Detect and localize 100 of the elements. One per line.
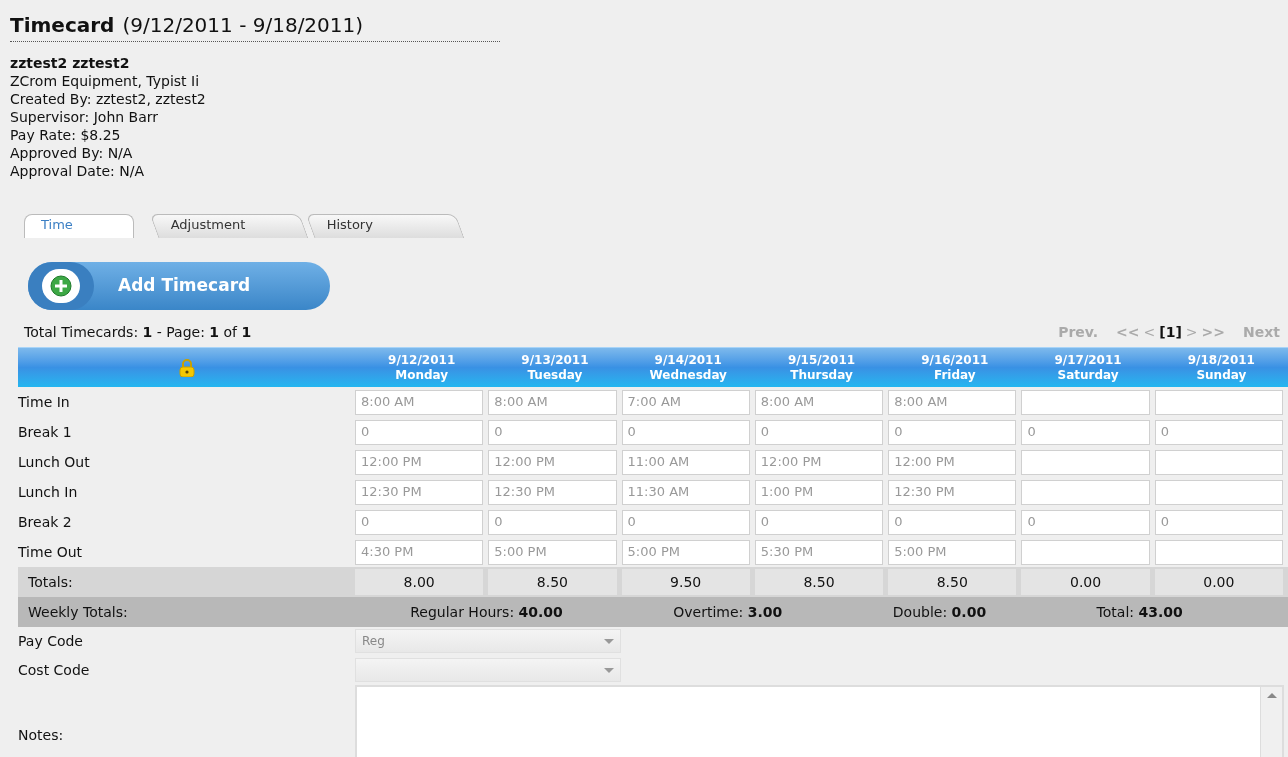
- time-field[interactable]: 5:00 PM: [621, 539, 750, 565]
- pager-link[interactable]: [1]: [1159, 322, 1182, 343]
- time-field[interactable]: 11:30 AM: [621, 479, 750, 505]
- time-field[interactable]: 8:00 AM: [488, 389, 617, 415]
- time-field[interactable]: [1154, 539, 1283, 565]
- total-cell: 8.50: [888, 569, 1017, 595]
- time-field[interactable]: 5:00 PM: [488, 539, 617, 565]
- column-day: Sunday: [1196, 367, 1247, 383]
- column-day: Wednesday: [649, 367, 727, 383]
- weekly-total: Total: 43.00: [1096, 602, 1183, 622]
- time-field[interactable]: 11:00 AM: [621, 449, 750, 475]
- employee-detail: Supervisor: John Barr: [10, 108, 160, 126]
- time-field[interactable]: 7:00 AM: [621, 389, 750, 415]
- time-field[interactable]: [1021, 539, 1150, 565]
- employee-detail: Approval Date: N/A: [10, 162, 145, 180]
- time-field[interactable]: 0: [621, 419, 750, 445]
- employee-detail: Created By: zztest2, zztest2: [10, 90, 207, 108]
- tab[interactable]: Adjustment: [149, 214, 309, 238]
- row-label: Lunch Out: [18, 452, 91, 472]
- pager-link[interactable]: Next: [1243, 322, 1280, 343]
- weekly-total: Regular Hours: 40.00: [410, 602, 563, 622]
- time-field[interactable]: 12:00 PM: [754, 449, 884, 475]
- employee-detail: Approved By: N/A: [10, 144, 134, 162]
- pager-link[interactable]: Prev.: [1058, 322, 1099, 343]
- time-field[interactable]: [1154, 389, 1283, 415]
- weekly-total: Double: 0.00: [892, 602, 987, 622]
- time-field[interactable]: 12:00 PM: [888, 449, 1017, 475]
- scroll-up-icon[interactable]: [1266, 693, 1277, 698]
- time-field[interactable]: [1021, 479, 1150, 505]
- column-date: 9/15/2011: [787, 352, 856, 368]
- time-field[interactable]: [1154, 449, 1283, 475]
- time-field[interactable]: 12:30 PM: [888, 479, 1017, 505]
- dropdown-caret-icon: [604, 667, 614, 673]
- date-range: (9/12/2011 - 9/18/2011): [122, 12, 364, 39]
- time-field[interactable]: 0: [355, 509, 484, 535]
- notes-label: Notes:: [18, 726, 65, 745]
- dropdown-caret-icon: [604, 638, 614, 644]
- time-field[interactable]: 0: [1021, 419, 1150, 445]
- row-label: Break 2: [18, 512, 73, 532]
- pager-link[interactable]: >>: [1201, 322, 1226, 343]
- pay-code-select[interactable]: Reg: [355, 629, 621, 653]
- pay-code-label: Pay Code: [18, 631, 84, 651]
- time-field[interactable]: 0: [754, 509, 884, 535]
- column-day: Thursday: [790, 367, 853, 383]
- time-field[interactable]: 1:00 PM: [754, 479, 884, 505]
- plus-icon: [50, 275, 72, 297]
- total-cell: 9.50: [621, 569, 750, 595]
- time-field[interactable]: 4:30 PM: [355, 539, 484, 565]
- time-field[interactable]: 12:30 PM: [355, 479, 484, 505]
- time-field[interactable]: [1021, 449, 1150, 475]
- time-field[interactable]: 12:00 PM: [488, 449, 617, 475]
- column-day: Monday: [395, 367, 449, 383]
- time-field[interactable]: 5:00 PM: [888, 539, 1017, 565]
- time-field[interactable]: 8:00 AM: [355, 389, 484, 415]
- time-field[interactable]: 0: [488, 419, 617, 445]
- time-field[interactable]: 0: [621, 509, 750, 535]
- time-field[interactable]: 8:00 AM: [888, 389, 1017, 415]
- pager-link[interactable]: >: [1185, 322, 1198, 343]
- weekly-total: Overtime: 3.00: [673, 602, 783, 622]
- total-cell: 0.00: [1154, 569, 1283, 595]
- notes-field[interactable]: [355, 685, 1284, 757]
- time-field[interactable]: 0: [754, 419, 884, 445]
- total-cell: 8.50: [754, 569, 884, 595]
- total-cell: 8.50: [488, 569, 617, 595]
- time-field[interactable]: 0: [1154, 509, 1283, 535]
- column-date: 9/13/2011: [521, 352, 589, 368]
- totals-label: Totals:: [27, 572, 74, 592]
- column-date: 9/16/2011: [921, 352, 989, 368]
- employee-detail: Pay Rate: $8.25: [10, 126, 122, 144]
- cost-code-label: Cost Code: [18, 660, 91, 680]
- pager-link[interactable]: <: [1143, 322, 1156, 343]
- time-field[interactable]: 0: [488, 509, 617, 535]
- column-date: 9/12/2011: [388, 352, 456, 368]
- time-field[interactable]: [1154, 479, 1283, 505]
- total-cell: 0.00: [1021, 569, 1150, 595]
- add-timecard-button[interactable]: Add Timecard: [28, 262, 330, 310]
- time-field[interactable]: 0: [355, 419, 484, 445]
- time-field[interactable]: 5:30 PM: [754, 539, 884, 565]
- weekly-totals-label: Weekly Totals:: [27, 602, 129, 622]
- row-label: Break 1: [18, 422, 73, 442]
- time-field[interactable]: 0: [1154, 419, 1283, 445]
- pager-link[interactable]: <<: [1116, 322, 1140, 343]
- time-field[interactable]: 0: [888, 509, 1017, 535]
- column-date: 9/18/2011: [1187, 352, 1255, 368]
- time-field[interactable]: 0: [888, 419, 1017, 445]
- total-cell: 8.00: [355, 569, 484, 595]
- column-day: Friday: [933, 367, 976, 383]
- row-label: Time Out: [18, 542, 84, 562]
- time-field[interactable]: 12:00 PM: [355, 449, 484, 475]
- column-date: 9/14/2011: [654, 352, 722, 368]
- time-field[interactable]: [1021, 389, 1150, 415]
- row-label: Lunch In: [18, 482, 79, 502]
- row-label: Time In: [18, 392, 71, 412]
- time-field[interactable]: 12:30 PM: [488, 479, 617, 505]
- cost-code-select[interactable]: [355, 658, 621, 682]
- employee-detail: ZCrom Equipment, Typist Ii: [10, 72, 201, 90]
- time-field[interactable]: 0: [1021, 509, 1150, 535]
- tab[interactable]: Time: [24, 214, 134, 238]
- column-day: Saturday: [1057, 367, 1119, 383]
- time-field[interactable]: 8:00 AM: [754, 389, 884, 415]
